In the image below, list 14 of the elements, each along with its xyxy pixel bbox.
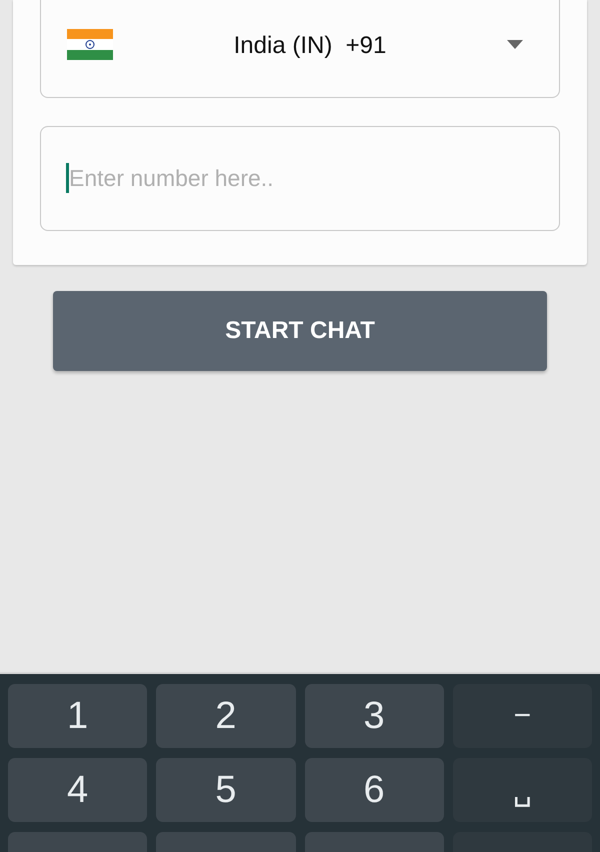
keyboard-key[interactable]: ␣ [452, 758, 592, 822]
phone-number-field[interactable]: Enter number here.. [40, 126, 560, 231]
keyboard-key[interactable]: 4 [8, 758, 148, 822]
keyboard-key[interactable]: 1 [8, 684, 148, 748]
keyboard-key[interactable]: − [452, 684, 592, 748]
keyboard-key[interactable]: 3 [304, 684, 444, 748]
country-dropdown[interactable]: India (IN) +91 [40, 0, 560, 98]
flag-icon [67, 29, 113, 60]
country-label: India (IN) +91 [232, 32, 388, 60]
dropdown-caret-icon [507, 40, 523, 50]
keyboard-key[interactable]: 5 [156, 758, 296, 822]
keyboard-key[interactable]: 2 [156, 684, 296, 748]
keyboard-key[interactable]: 6 [304, 758, 444, 822]
start-chat-button[interactable]: START CHAT [53, 291, 547, 371]
